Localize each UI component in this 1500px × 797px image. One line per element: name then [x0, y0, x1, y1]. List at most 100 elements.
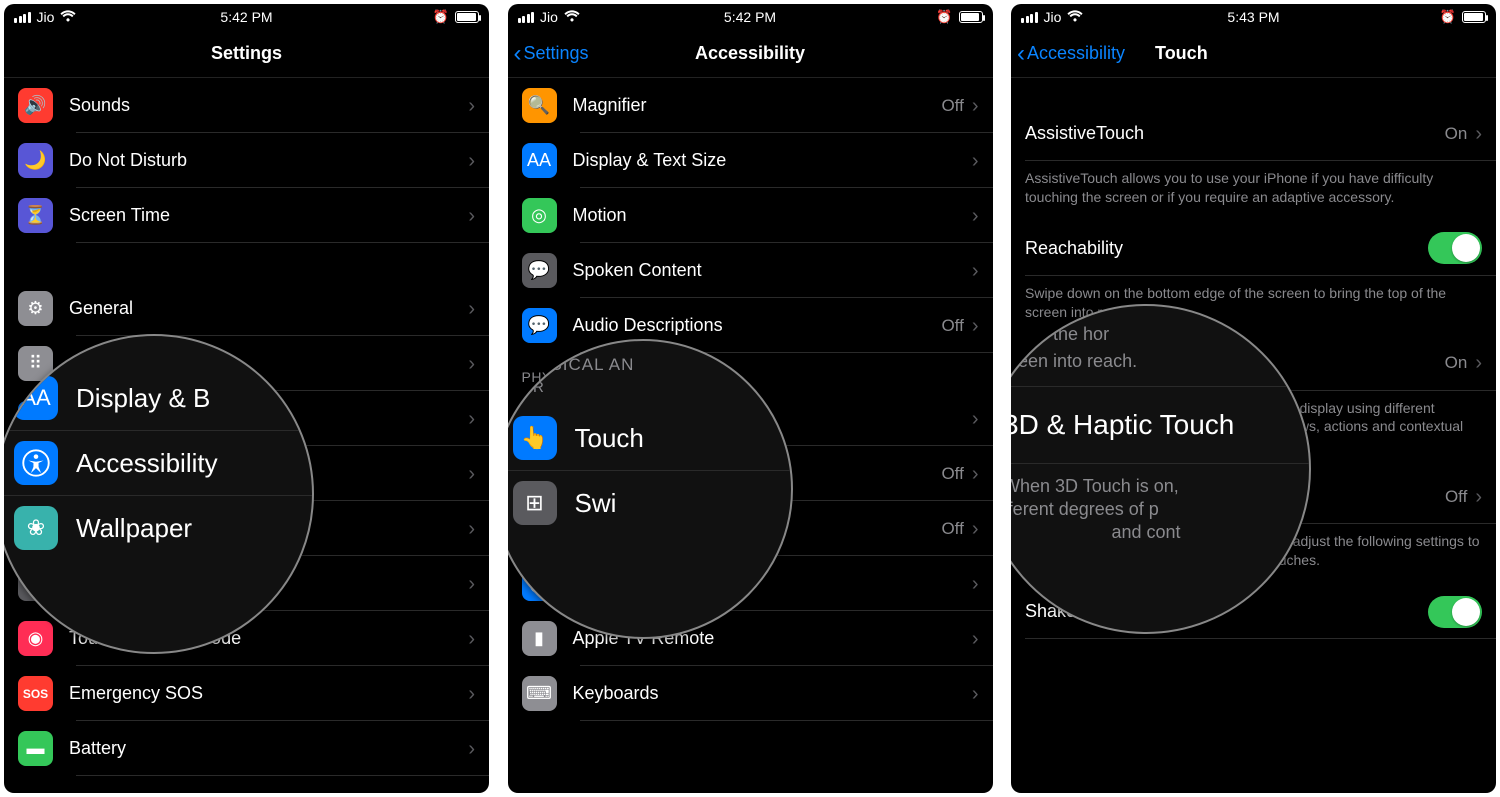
mag-row-accessibility: Accessibility [4, 431, 312, 496]
touch-list: AssistiveTouch On › [1011, 106, 1496, 161]
row-label: Reachability [1025, 238, 1428, 259]
row-label: Battery [69, 738, 468, 759]
chevron-right-icon: › [972, 464, 979, 484]
chevron-right-icon: › [468, 464, 475, 484]
signal-icon [14, 12, 31, 23]
mag-subtext: and cont [1011, 520, 1309, 545]
audio-description-icon: 💬 [522, 308, 557, 343]
remote-icon: ▮ [522, 621, 557, 656]
chevron-right-icon: › [972, 409, 979, 429]
row-screen-time[interactable]: ⏳ Screen Time › [4, 188, 489, 243]
status-bar: Jio 5:43 PM ⏰ [1011, 4, 1496, 30]
row-general[interactable]: ⚙ General › [4, 281, 489, 336]
row-do-not-disturb[interactable]: 🌙 Do Not Disturb › [4, 133, 489, 188]
settings-list-group1: 🔊 Sounds › 🌙 Do Not Disturb › ⏳ Screen T… [4, 78, 489, 243]
chevron-right-icon: › [972, 261, 979, 281]
chevron-right-icon: › [468, 519, 475, 539]
carrier-label: Jio [540, 9, 558, 25]
nav-header: Settings [4, 30, 489, 78]
magnifier-callout: PHYSICAL AN TOR 👆 Touch ⊞ Swi [508, 339, 793, 639]
search-icon: 🔍 [522, 88, 557, 123]
mag-main-label: 3D & Haptic Touch [1011, 386, 1309, 464]
mag-subtext: When 3D Touch is on, [1011, 464, 1309, 497]
switch-control-icon: ⊞ [513, 481, 557, 525]
speech-icon: 💬 [522, 253, 557, 288]
row-value: Off [1445, 487, 1467, 507]
page-title: Settings [211, 43, 282, 64]
row-spoken-content[interactable]: 💬 Spoken Content › [508, 243, 993, 298]
reachability-toggle[interactable] [1428, 232, 1482, 264]
row-keyboards[interactable]: ⌨ Keyboards › [508, 666, 993, 721]
row-label: General [69, 298, 468, 319]
screen-accessibility: Jio 5:42 PM ⏰ ‹ Settings Accessibility 🔍… [508, 4, 993, 793]
row-label: Screen Time [69, 205, 468, 226]
signal-icon [1021, 12, 1038, 23]
wifi-icon [564, 9, 580, 25]
row-magnifier[interactable]: 🔍 Magnifier Off › [508, 78, 993, 133]
row-value: Off [941, 464, 963, 484]
nav-header: ‹ Accessibility Touch [1011, 30, 1496, 78]
chevron-right-icon: › [972, 519, 979, 539]
row-display-text-size[interactable]: AA Display & Text Size › [508, 133, 993, 188]
row-reachability[interactable]: Reachability [1011, 221, 1496, 276]
section-gap [4, 243, 489, 281]
mag-row-switch: ⊞ Swi [508, 471, 791, 535]
row-label: Keyboards [573, 683, 972, 704]
row-label: Display & Text Size [573, 150, 972, 171]
page-title: Accessibility [695, 43, 805, 64]
row-battery[interactable]: ▬ Battery › [4, 721, 489, 776]
hourglass-icon: ⏳ [18, 198, 53, 233]
row-label: Motion [573, 205, 972, 226]
chevron-right-icon: › [468, 409, 475, 429]
row-motion[interactable]: ◎ Motion › [508, 188, 993, 243]
wifi-icon [1067, 9, 1083, 25]
alarm-icon: ⏰ [936, 9, 952, 25]
screen-settings: Jio 5:42 PM ⏰ Settings 🔊 Sounds › 🌙 Do N… [4, 4, 489, 793]
flower-icon: ❀ [14, 506, 58, 550]
sos-icon: SOS [18, 676, 53, 711]
mag-subtext: creen into reach. [1011, 351, 1309, 386]
chevron-right-icon: › [468, 354, 475, 374]
mag-label: Accessibility [76, 448, 218, 479]
page-title: Touch [1155, 43, 1208, 64]
mag-label: Touch [575, 423, 644, 454]
chevron-right-icon: › [972, 151, 979, 171]
row-emergency-sos[interactable]: SOS Emergency SOS › [4, 666, 489, 721]
chevron-right-icon: › [1475, 353, 1482, 373]
row-sounds[interactable]: 🔊 Sounds › [4, 78, 489, 133]
mag-row-wallpaper: ❀ Wallpaper [4, 496, 312, 560]
clock-label: 5:42 PM [724, 9, 776, 25]
chevron-left-icon: ‹ [514, 42, 522, 66]
row-label: AssistiveTouch [1025, 123, 1445, 144]
section-gap [1011, 78, 1496, 106]
chevron-right-icon: › [972, 629, 979, 649]
battery-icon [959, 11, 983, 23]
touch-list-reachability: Reachability [1011, 221, 1496, 276]
chevron-right-icon: › [468, 151, 475, 171]
row-label: Magnifier [573, 95, 942, 116]
clock-label: 5:43 PM [1227, 9, 1279, 25]
magnifier-callout: AA Display & B Accessibility ❀ Wallpaper [4, 334, 314, 654]
status-bar: Jio 5:42 PM ⏰ [4, 4, 489, 30]
mag-label: Swi [575, 488, 617, 519]
chevron-right-icon: › [1475, 487, 1482, 507]
fingerprint-icon: ◉ [18, 621, 53, 656]
wifi-icon [60, 9, 76, 25]
chevron-right-icon: › [972, 574, 979, 594]
row-value: Off [941, 96, 963, 116]
assistivetouch-footer: AssistiveTouch allows you to use your iP… [1011, 161, 1496, 221]
row-assistivetouch[interactable]: AssistiveTouch On › [1011, 106, 1496, 161]
row-value: Off [941, 519, 963, 539]
back-button[interactable]: ‹ Settings [508, 42, 589, 66]
back-button[interactable]: ‹ Accessibility [1011, 42, 1125, 66]
shake-toggle[interactable] [1428, 596, 1482, 628]
carrier-label: Jio [37, 9, 55, 25]
chevron-right-icon: › [972, 316, 979, 336]
nav-header: ‹ Settings Accessibility [508, 30, 993, 78]
row-audio-descriptions[interactable]: 💬 Audio Descriptions Off › [508, 298, 993, 353]
chevron-right-icon: › [468, 629, 475, 649]
mag-subtext: fferent degrees of p [1011, 497, 1309, 520]
accessibility-icon [14, 441, 58, 485]
gear-icon: ⚙ [18, 291, 53, 326]
signal-icon [518, 12, 535, 23]
